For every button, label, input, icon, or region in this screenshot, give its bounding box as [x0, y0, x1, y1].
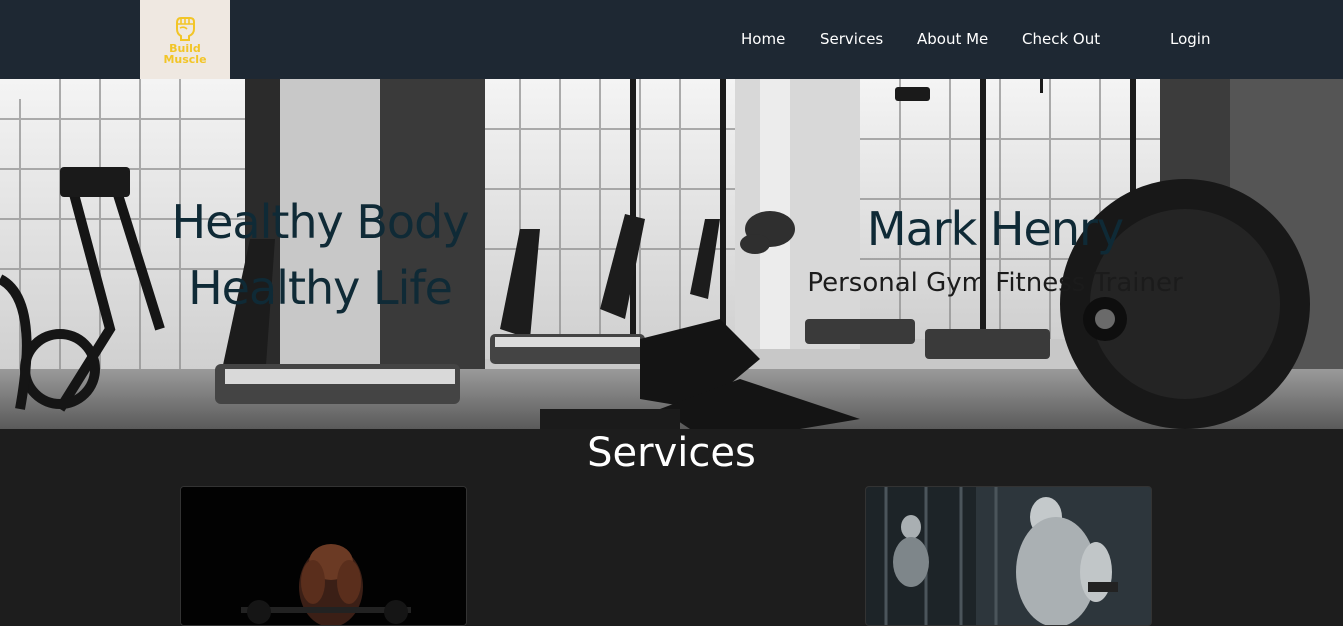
nav-services[interactable]: Services: [820, 30, 883, 48]
nav-login[interactable]: Login: [1170, 30, 1210, 48]
hero-title-line1: Healthy Body: [171, 195, 469, 249]
navbar: Build Muscle Home Services About Me Chec…: [0, 0, 1343, 79]
service-card-2[interactable]: [865, 486, 1152, 626]
nav-check-out[interactable]: Check Out: [1022, 30, 1100, 48]
nav-home[interactable]: Home: [741, 30, 785, 48]
trainer-name: Mark Henry: [866, 202, 1124, 256]
services-heading: Services: [587, 430, 756, 476]
service-image-2: [866, 487, 1151, 625]
nav-about-me[interactable]: About Me: [917, 30, 988, 48]
trainer-subtitle: Personal Gym Fitness Trainer: [807, 268, 1183, 298]
nav-links: Home Services About Me Check Out Login: [0, 0, 1343, 79]
hero-banner: Healthy Body Healthy Life Mark Henry Per…: [0, 79, 1343, 429]
hero-title-line2: Healthy Life: [188, 261, 453, 315]
hero-title: Healthy Body Healthy Life: [140, 189, 500, 321]
service-card-1[interactable]: [180, 486, 467, 626]
service-image-1: [181, 487, 466, 625]
